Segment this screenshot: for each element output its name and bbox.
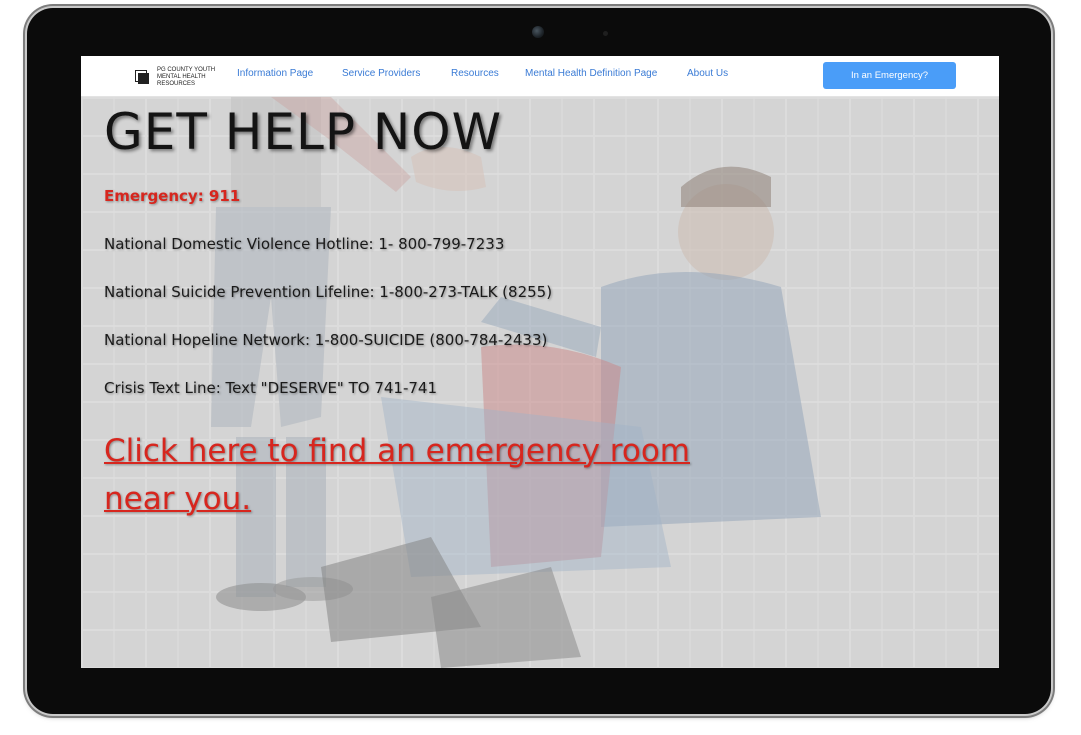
logo-text: PG COUNTY YOUTH MENTAL HEALTH RESOURCES (157, 66, 216, 87)
screen: PG COUNTY YOUTH MENTAL HEALTH RESOURCES … (81, 56, 999, 668)
nav-item-mental-health-definition[interactable]: Mental Health Definition Page (525, 68, 657, 79)
hotline-domestic-violence: National Domestic Violence Hotline: 1- 8… (104, 235, 505, 253)
navbar: PG COUNTY YOUTH MENTAL HEALTH RESOURCES … (81, 56, 999, 97)
nav-item-information-page[interactable]: Information Page (237, 68, 313, 79)
sensor-dot (603, 31, 608, 36)
page-title: GET HELP NOW (104, 103, 503, 161)
hotline-hopeline-network: National Hopeline Network: 1-800-SUICIDE… (104, 331, 548, 349)
nav-item-service-providers[interactable]: Service Providers (342, 68, 420, 79)
emergency-button[interactable]: In an Emergency? (823, 62, 956, 89)
tablet-frame: PG COUNTY YOUTH MENTAL HEALTH RESOURCES … (27, 8, 1051, 714)
nav-item-resources[interactable]: Resources (451, 68, 499, 79)
logo-mark-icon (135, 70, 149, 84)
nav-item-about-us[interactable]: About Us (687, 68, 728, 79)
camera-icon (532, 26, 544, 38)
find-emergency-room-link[interactable]: Click here to find an emergency room nea… (104, 427, 714, 523)
hero-section: GET HELP NOW Emergency: 911 National Dom… (81, 97, 999, 668)
hotline-crisis-text-line: Crisis Text Line: Text "DESERVE" TO 741-… (104, 379, 438, 397)
site-logo[interactable]: PG COUNTY YOUTH MENTAL HEALTH RESOURCES (135, 64, 217, 90)
emergency-number: Emergency: 911 (104, 187, 241, 205)
hotline-suicide-prevention: National Suicide Prevention Lifeline: 1-… (104, 283, 553, 301)
